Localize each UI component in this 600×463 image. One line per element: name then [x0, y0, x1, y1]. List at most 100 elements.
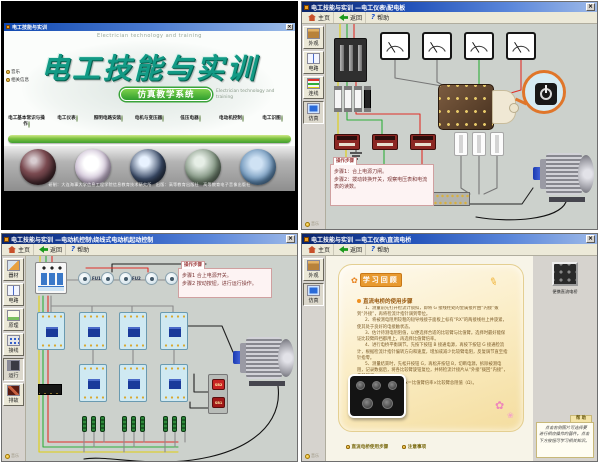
help-button[interactable]: ?帮助	[68, 244, 92, 255]
help-icon: ?	[71, 246, 75, 253]
transfer-switch[interactable]	[438, 84, 494, 130]
sidebar-button-appearance[interactable]: 外观	[303, 258, 324, 281]
menu-item-lv-apparatus[interactable]: 低压电器	[170, 115, 211, 127]
fuse-holder	[454, 132, 468, 156]
materials-icon	[7, 260, 20, 271]
analog-meter	[464, 32, 494, 60]
menu-bullet-icon[interactable]	[242, 115, 244, 122]
help-label: 帮助	[377, 245, 389, 254]
menu-item-lighting[interactable]: 照明电路安装	[88, 115, 129, 127]
bridge-thumbnail[interactable]	[552, 262, 578, 286]
sidebar-label: 原理	[8, 323, 18, 329]
help-button[interactable]: ?帮助	[368, 12, 392, 23]
menu-bullet-icon[interactable]	[121, 115, 123, 122]
run-icon	[7, 360, 20, 371]
content-step: 2、将被测电阻用较粗的短导线接于面板上标有“RX”的两接线柱上并旋紧，使其处于良…	[357, 318, 509, 330]
menu-item-motors-transformers[interactable]: 电机与变压器	[129, 115, 170, 127]
knife-switch[interactable]	[334, 38, 367, 82]
close-icon[interactable]: ×	[286, 235, 295, 243]
sidebar-label: 电路	[308, 66, 318, 72]
sidebar-button-circuit[interactable]: 电路	[303, 51, 324, 74]
stop-button[interactable]: SB2	[212, 379, 225, 390]
sidebar-button-circuit[interactable]: 电路	[3, 283, 24, 306]
principle-icon	[7, 310, 20, 321]
music-toggle[interactable]: 音乐	[5, 453, 19, 459]
link-precautions[interactable]: 注意事项	[402, 444, 426, 450]
back-icon	[339, 14, 348, 21]
home-icon	[308, 14, 316, 21]
ground-symbol	[350, 152, 362, 154]
magnifier-detail[interactable]	[522, 70, 566, 114]
menu-label: 照明电路安装	[94, 116, 122, 121]
link-usage-steps[interactable]: 直流电桥使用步骤	[346, 444, 388, 450]
back-button[interactable]: 返回	[36, 244, 66, 255]
titlebar: 电工技能与实训 —电动机控制\绕线式电动机起动控制 ×	[2, 234, 297, 244]
home-button[interactable]: 主页	[305, 244, 334, 255]
titlebar: 电工技能与实训 —电工仪表\直流电桥 ×	[302, 234, 597, 244]
splash-content: Electrician technology and training 音乐 相…	[4, 31, 295, 191]
menu-bullet-icon[interactable]	[162, 115, 164, 122]
link-label: 注意事项	[408, 444, 426, 450]
troubleshoot-icon	[7, 385, 20, 396]
wiring-icon	[307, 78, 320, 89]
menu-label: 低压电器	[180, 116, 198, 121]
button-station: SB2 SB1	[208, 374, 228, 414]
contactor	[79, 312, 107, 350]
back-label: 返回	[350, 245, 362, 254]
fuse	[119, 272, 132, 285]
music-toggle[interactable]: 音乐	[305, 221, 319, 227]
sidebar-button-simulation[interactable]: 仿真	[303, 101, 324, 124]
bottom-links: 直流电桥使用步骤 注意事项	[346, 444, 426, 450]
circuit-icon	[7, 285, 20, 296]
fuse-label: FU2	[132, 276, 141, 281]
sidebar-button-troubleshoot[interactable]: 排故	[3, 383, 24, 406]
sidebar-button-materials[interactable]: 器材	[3, 258, 24, 281]
window-distribution-board: 电工技能与实训 —电工仪表\配电板 × 主页 返回 ?帮助 外观 电路 连线 仿…	[301, 1, 598, 230]
music-label: 音乐	[311, 453, 319, 459]
menu-bullet-icon[interactable]	[28, 121, 30, 128]
help-button[interactable]: ?帮助	[368, 244, 392, 255]
back-icon	[339, 246, 348, 253]
menu-item-instruments[interactable]: 电工仪表	[47, 115, 88, 127]
sidebar-button-principle[interactable]: 原理	[3, 308, 24, 331]
bullet-icon	[357, 299, 361, 303]
back-button[interactable]: 返回	[336, 12, 366, 23]
sidebar-label: 仿真	[308, 298, 318, 304]
sidebar-button-run[interactable]: 运行	[3, 358, 24, 381]
titlebar: 电工技能与实训 ×	[4, 23, 295, 31]
sidebar-button-wiring[interactable]: 连线	[303, 76, 324, 99]
flower-icon: ✿	[351, 276, 358, 285]
sidebar-label: 接线	[8, 348, 18, 354]
ceramic-insulator	[492, 90, 516, 124]
menu-item-basics[interactable]: 电工基本常识与操作	[6, 115, 47, 127]
letterbox-bar	[1, 191, 298, 230]
sidebar-button-terminals[interactable]: 接线	[3, 333, 24, 356]
close-icon[interactable]: ×	[586, 3, 595, 11]
sidebar-label: 连线	[308, 91, 318, 97]
titlebar: 电工技能与实训 —电工仪表\配电板 ×	[302, 2, 597, 12]
home-button[interactable]: 主页	[5, 244, 34, 255]
menu-bullet-icon[interactable]	[76, 115, 78, 122]
sidebar-label: 排故	[8, 398, 18, 404]
home-button[interactable]: 主页	[305, 12, 334, 23]
contactor	[79, 364, 107, 402]
sidebar-button-simulation[interactable]: 仿真	[303, 283, 324, 306]
fuse	[101, 272, 114, 285]
close-icon[interactable]: ×	[286, 24, 293, 30]
photo-strip: 研制：大连海事大学信息工程学院信息教育技术研究所 出版：高等教育出版社 高等教育…	[4, 146, 295, 191]
menu-bullet-icon[interactable]	[281, 115, 283, 122]
sidebar-button-appearance[interactable]: 外观	[303, 26, 324, 49]
menu-label: 电工仪表	[57, 116, 75, 121]
menu-bullet-icon[interactable]	[199, 115, 201, 122]
back-button[interactable]: 返回	[336, 244, 366, 255]
window-title: 电工技能与实训 —电工仪表\直流电桥	[311, 235, 411, 244]
thumb-meter	[75, 149, 111, 185]
link-label: 直流电桥使用步骤	[352, 444, 389, 450]
content-title: 直流电桥的使用步骤	[363, 297, 413, 305]
circuit-breaker[interactable]	[35, 262, 67, 294]
menu-item-motor-control[interactable]: 电动机控制	[211, 115, 252, 127]
music-toggle[interactable]: 音乐	[305, 453, 319, 459]
start-button[interactable]: SB1	[212, 397, 225, 408]
menu-item-drawing-reading[interactable]: 电工识图	[252, 115, 293, 127]
close-icon[interactable]: ×	[586, 235, 595, 243]
